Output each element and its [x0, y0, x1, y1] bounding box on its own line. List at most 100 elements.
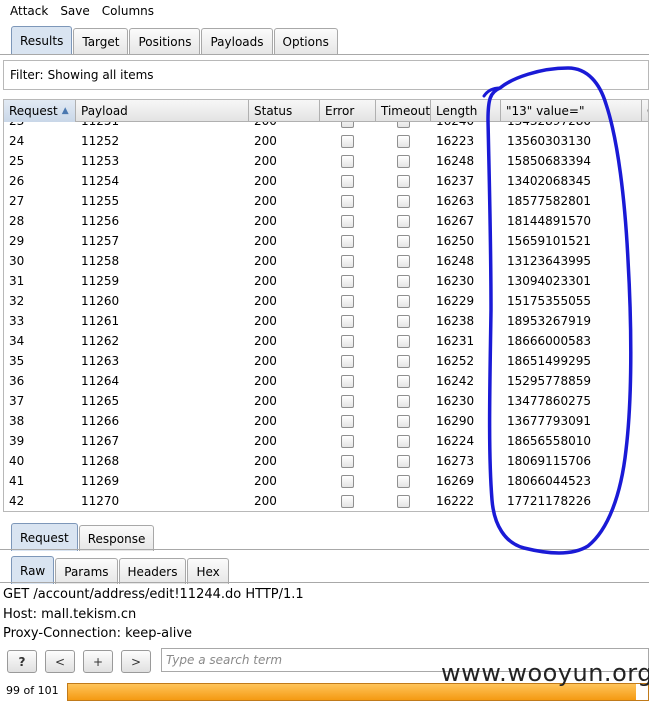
- checkbox[interactable]: [341, 434, 354, 448]
- table-row[interactable]: 41 11269 200 16269 18066044523: [4, 471, 648, 491]
- checkbox[interactable]: [397, 154, 410, 168]
- checkbox[interactable]: [397, 474, 410, 488]
- table-row[interactable]: 32 11260 200 16229 15175355055: [4, 291, 648, 311]
- table-row[interactable]: 40 11268 200 16273 18069115706: [4, 451, 648, 471]
- col-length[interactable]: Length: [431, 100, 501, 122]
- previous-match-button[interactable]: <: [45, 650, 75, 673]
- checkbox[interactable]: [397, 354, 410, 368]
- request-host-header[interactable]: Host: mall.tekism.cn: [3, 607, 136, 622]
- table-row[interactable]: 23 11251 200 16240 13432897280: [4, 122, 648, 131]
- table-row[interactable]: 25 11253 200 16248 15850683394: [4, 151, 648, 171]
- table-row[interactable]: 28 11256 200 16267 18144891570: [4, 211, 648, 231]
- checkbox[interactable]: [397, 314, 410, 328]
- add-button[interactable]: +: [83, 650, 113, 673]
- row-status: 200: [254, 454, 277, 468]
- row-extract-value: 15850683394: [507, 154, 591, 168]
- col-status[interactable]: Status: [249, 100, 320, 122]
- checkbox[interactable]: [341, 274, 354, 288]
- col-payload[interactable]: Payload: [76, 100, 249, 122]
- table-row[interactable]: 34 11262 200 16231 18666000583: [4, 331, 648, 351]
- checkbox[interactable]: [341, 414, 354, 428]
- table-row[interactable]: 24 11252 200 16223 13560303130: [4, 131, 648, 151]
- checkbox[interactable]: [397, 454, 410, 468]
- tab-options[interactable]: Options: [273, 28, 338, 54]
- checkbox[interactable]: [397, 274, 410, 288]
- next-match-button[interactable]: >: [121, 650, 151, 673]
- checkbox[interactable]: [397, 214, 410, 228]
- request-line[interactable]: GET /account/address/edit!11244.do HTTP/…: [3, 587, 304, 602]
- checkbox[interactable]: [397, 234, 410, 248]
- table-row[interactable]: 37 11265 200 16230 13477860275: [4, 391, 648, 411]
- tab-response[interactable]: Response: [78, 525, 155, 551]
- checkbox[interactable]: [397, 194, 410, 208]
- checkbox[interactable]: [397, 394, 410, 408]
- checkbox[interactable]: [341, 122, 354, 128]
- checkbox[interactable]: [341, 454, 354, 468]
- checkbox[interactable]: [341, 394, 354, 408]
- table-row[interactable]: 42 11270 200 16222 17721178226: [4, 491, 648, 511]
- tab-target[interactable]: Target: [73, 28, 129, 54]
- table-row[interactable]: 35 11263 200 16252 18651499295: [4, 351, 648, 371]
- help-button[interactable]: ?: [7, 650, 37, 673]
- request-proxy-header[interactable]: Proxy-Connection: keep-alive: [3, 626, 192, 641]
- table-row[interactable]: 39 11267 200 16224 18656558010: [4, 431, 648, 451]
- table-row[interactable]: 33 11261 200 16238 18953267919: [4, 311, 648, 331]
- tab-hex[interactable]: Hex: [187, 558, 229, 584]
- tab-raw[interactable]: Raw: [11, 556, 55, 584]
- checkbox[interactable]: [341, 294, 354, 308]
- tab-params[interactable]: Params: [55, 558, 118, 584]
- row-request: 30: [9, 254, 25, 268]
- row-status: 200: [254, 194, 277, 208]
- row-length: 16229: [436, 294, 475, 308]
- row-status: 200: [254, 254, 277, 268]
- tab-payloads[interactable]: Payloads: [201, 28, 273, 54]
- table-row[interactable]: 36 11264 200 16242 15295778859: [4, 371, 648, 391]
- checkbox[interactable]: [397, 122, 410, 128]
- checkbox[interactable]: [341, 374, 354, 388]
- menu-save[interactable]: Save: [54, 4, 95, 18]
- checkbox[interactable]: [341, 314, 354, 328]
- col-timeout[interactable]: Timeout: [376, 100, 431, 122]
- row-length: 16223: [436, 134, 475, 148]
- table-row[interactable]: 29 11257 200 16250 15659101521: [4, 231, 648, 251]
- checkbox[interactable]: [341, 494, 354, 508]
- checkbox[interactable]: [341, 474, 354, 488]
- checkbox[interactable]: [341, 174, 354, 188]
- filter-bar[interactable]: Filter: Showing all items: [3, 60, 649, 90]
- checkbox[interactable]: [397, 294, 410, 308]
- table-row[interactable]: 38 11266 200 16290 13677793091: [4, 411, 648, 431]
- tab-results[interactable]: Results: [11, 26, 73, 54]
- checkbox[interactable]: [397, 334, 410, 348]
- watermark: www.wooyun.org: [441, 659, 649, 687]
- checkbox[interactable]: [397, 494, 410, 508]
- tab-request[interactable]: Request: [11, 523, 78, 551]
- col-error[interactable]: Error: [320, 100, 376, 122]
- col-grep-extract[interactable]: "13" value=": [501, 100, 642, 122]
- checkbox[interactable]: [341, 134, 354, 148]
- checkbox[interactable]: [341, 194, 354, 208]
- menu-columns[interactable]: Columns: [96, 4, 160, 18]
- checkbox[interactable]: [341, 334, 354, 348]
- tab-positions[interactable]: Positions: [129, 28, 201, 54]
- checkbox[interactable]: [397, 134, 410, 148]
- checkbox[interactable]: [397, 374, 410, 388]
- tab-headers[interactable]: Headers: [118, 558, 187, 584]
- checkbox[interactable]: [341, 354, 354, 368]
- table-row[interactable]: 31 11259 200 16230 13094023301: [4, 271, 648, 291]
- checkbox[interactable]: [397, 434, 410, 448]
- checkbox[interactable]: [341, 154, 354, 168]
- table-row[interactable]: 30 11258 200 16248 13123643995: [4, 251, 648, 271]
- col-comment[interactable]: C: [642, 100, 648, 122]
- menu-attack[interactable]: Attack: [4, 4, 54, 18]
- checkbox[interactable]: [341, 234, 354, 248]
- row-extract-value: 18144891570: [507, 214, 591, 228]
- checkbox[interactable]: [397, 174, 410, 188]
- table-row[interactable]: 27 11255 200 16263 18577582801: [4, 191, 648, 211]
- checkbox[interactable]: [397, 414, 410, 428]
- col-request[interactable]: Request ▲: [4, 100, 76, 122]
- checkbox[interactable]: [341, 254, 354, 268]
- table-row[interactable]: 26 11254 200 16237 13402068345: [4, 171, 648, 191]
- row-timeout-checkbox: [397, 391, 417, 411]
- checkbox[interactable]: [341, 214, 354, 228]
- checkbox[interactable]: [397, 254, 410, 268]
